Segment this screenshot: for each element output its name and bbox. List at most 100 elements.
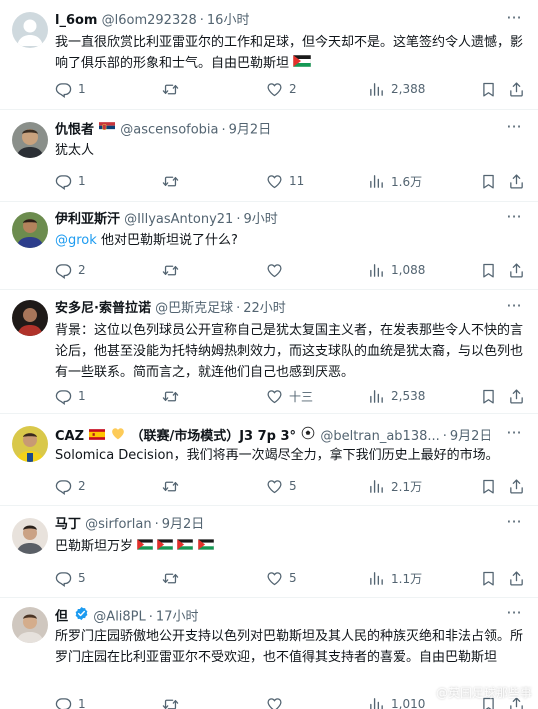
timestamp[interactable]: 9月2日: [229, 123, 272, 138]
timestamp[interactable]: 9月2日: [162, 517, 205, 532]
like-button[interactable]: 11: [266, 171, 304, 191]
tweet-item[interactable]: CAZ （联赛/市场模式）J3 7p 3° @beltran_ab138... ·…: [0, 414, 538, 506]
reply-button[interactable]: 1: [55, 386, 86, 406]
timestamp[interactable]: 22小时: [243, 301, 286, 316]
handle[interactable]: @beltran_ab138...: [320, 429, 439, 444]
tweet-item[interactable]: 安多尼·索普拉诺 @巴斯克足球 · 22小时 ··· 背景：这位以色列球员公开宣称自…: [0, 290, 538, 414]
share-button[interactable]: [508, 476, 525, 496]
tweet-item[interactable]: l_6om @l6om292328 · 16小时 ··· 我一直很欣赏比利亚雷亚尔的…: [0, 0, 538, 110]
retweet-icon: [162, 262, 179, 279]
view-count: 2,388: [391, 82, 426, 96]
separator: ·: [221, 122, 226, 138]
views-icon: [368, 570, 385, 587]
views-button[interactable]: 2.1万: [368, 476, 422, 496]
like-count: 2: [289, 82, 297, 96]
bookmark-button[interactable]: [480, 79, 497, 99]
like-icon: [266, 173, 283, 190]
retweet-icon: [162, 696, 179, 709]
soccer-ball-icon: [301, 426, 315, 446]
view-count: 1.6万: [391, 174, 423, 189]
verified-icon: [74, 606, 89, 626]
display-name[interactable]: l_6om: [55, 13, 97, 28]
bookmark-button[interactable]: [480, 386, 497, 406]
share-button[interactable]: [508, 568, 525, 588]
handle[interactable]: @巴斯克足球: [155, 301, 233, 316]
more-icon[interactable]: ···: [504, 425, 524, 446]
timestamp[interactable]: 16小时: [207, 13, 250, 28]
display-name-suffix[interactable]: （联赛/市场模式）J3 7p 3°: [130, 429, 296, 444]
views-button[interactable]: 1.1万: [368, 568, 422, 588]
display-name[interactable]: 但: [55, 610, 68, 625]
tweet-text-block: 背景：这位以色列球员公开宣称自己是犹太复国主义者，在发表那些令人不快的言论后，他…: [55, 320, 526, 383]
avatar[interactable]: [12, 122, 48, 158]
more-icon[interactable]: ···: [504, 119, 524, 140]
bookmark-button[interactable]: [480, 171, 497, 191]
views-button[interactable]: 1,088: [368, 260, 425, 280]
mention-link[interactable]: @grok: [55, 233, 97, 248]
display-name[interactable]: 仇恨者: [55, 123, 94, 138]
display-name[interactable]: 马丁: [55, 517, 81, 532]
like-button[interactable]: 2: [266, 79, 297, 99]
reply-count: 1: [78, 389, 86, 403]
more-icon[interactable]: ···: [504, 10, 524, 31]
reply-button[interactable]: 2: [55, 260, 86, 280]
more-icon[interactable]: ···: [504, 514, 524, 535]
retweet-button[interactable]: [162, 260, 185, 280]
more-icon[interactable]: ···: [504, 605, 524, 626]
bookmark-button[interactable]: [480, 568, 497, 588]
reply-button[interactable]: 1: [55, 79, 86, 99]
share-button[interactable]: [508, 79, 525, 99]
retweet-button[interactable]: [162, 171, 185, 191]
retweet-button[interactable]: [162, 476, 185, 496]
bookmark-button[interactable]: [480, 476, 497, 496]
like-button[interactable]: 5: [266, 568, 297, 588]
reply-button[interactable]: 1: [55, 171, 86, 191]
share-button[interactable]: [508, 260, 525, 280]
display-name[interactable]: CAZ: [55, 429, 84, 444]
avatar[interactable]: [12, 212, 48, 248]
retweet-button[interactable]: [162, 79, 185, 99]
handle[interactable]: @ascensofobia: [120, 123, 218, 138]
tweet-text: 我一直很欣赏比利亚雷亚尔的工作和足球，但今天却不是。这笔签约令人遗憾，影响了俱乐…: [55, 35, 524, 71]
avatar[interactable]: [12, 607, 48, 643]
like-button[interactable]: [266, 260, 289, 280]
palestine-flag-icon: [198, 539, 214, 550]
share-button[interactable]: [508, 386, 525, 406]
retweet-button[interactable]: [162, 568, 185, 588]
views-icon: [368, 173, 385, 190]
like-button[interactable]: 5: [266, 476, 297, 496]
tweet-item[interactable]: 仇恨者 @ascensofobia · 9月2日 ··· 犹太人 1 11 1.6万: [0, 110, 538, 202]
reply-button[interactable]: 5: [55, 568, 86, 588]
views-button[interactable]: 2,538: [368, 386, 425, 406]
retweet-button[interactable]: [162, 694, 185, 709]
avatar[interactable]: [12, 426, 48, 462]
tweet-text: 巴勒斯坦万岁: [55, 539, 134, 554]
like-button[interactable]: 十三: [266, 386, 313, 406]
views-button[interactable]: 1.6万: [368, 171, 422, 191]
more-icon[interactable]: ···: [504, 209, 524, 230]
more-icon[interactable]: ···: [504, 298, 524, 319]
timestamp[interactable]: 17小时: [156, 610, 199, 625]
handle[interactable]: @IllyasAntony21: [124, 212, 233, 227]
avatar[interactable]: [12, 300, 48, 336]
retweet-button[interactable]: [162, 386, 185, 406]
tweet-header: CAZ （联赛/市场模式）J3 7p 3° @beltran_ab138... ·…: [55, 426, 490, 446]
bookmark-button[interactable]: [480, 260, 497, 280]
tweet-item[interactable]: 马丁 @sirforlan · 9月2日 ··· 巴勒斯坦万岁 5 5 1.1万: [0, 506, 538, 598]
timestamp[interactable]: 9小时: [243, 212, 277, 227]
retweet-icon: [162, 81, 179, 98]
handle[interactable]: @l6om292328: [102, 13, 197, 28]
handle[interactable]: @Ali8PL: [93, 610, 145, 625]
reply-button[interactable]: 2: [55, 476, 86, 496]
avatar[interactable]: [12, 518, 48, 554]
avatar[interactable]: [12, 12, 48, 48]
like-button[interactable]: [266, 694, 289, 709]
share-button[interactable]: [508, 171, 525, 191]
display-name[interactable]: 安多尼·索普拉诺: [55, 301, 151, 316]
reply-button[interactable]: 1: [55, 694, 86, 709]
tweet-item[interactable]: 伊利亚斯汗 @IllyasAntony21 · 9小时 ··· @grok 他对巴勒…: [0, 202, 538, 290]
views-button[interactable]: 2,388: [368, 79, 425, 99]
handle[interactable]: @sirforlan: [85, 517, 151, 532]
timestamp[interactable]: 9月2日: [450, 429, 490, 444]
display-name[interactable]: 伊利亚斯汗: [55, 212, 120, 227]
